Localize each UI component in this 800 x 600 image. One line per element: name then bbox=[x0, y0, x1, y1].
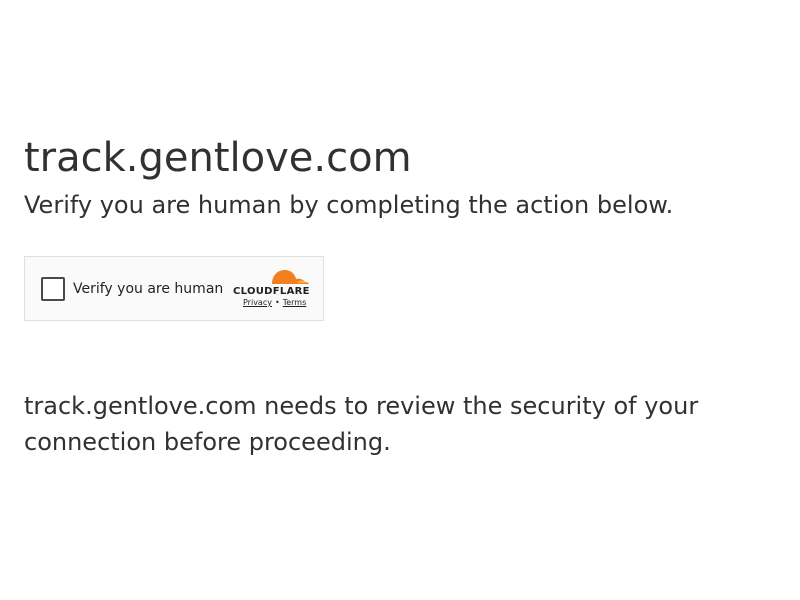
cloudflare-links: Privacy • Terms bbox=[243, 297, 313, 309]
cloudflare-logo-icon: CLOUDFLARE bbox=[233, 270, 310, 297]
security-review-message: track.gentlove.com needs to review the s… bbox=[24, 392, 699, 456]
turnstile-widget: Verify you are human CLOUDFLARE Privacy •… bbox=[24, 256, 324, 321]
cloudflare-wordmark: CLOUDFLARE bbox=[233, 286, 310, 297]
site-title: track.gentlove.com bbox=[24, 135, 412, 181]
verify-checkbox-label[interactable]: Verify you are human bbox=[73, 280, 223, 298]
verification-subtitle: Verify you are human by completing the a… bbox=[24, 191, 674, 219]
verify-checkbox[interactable] bbox=[41, 277, 65, 301]
cloudflare-branding: CLOUDFLARE Privacy • Terms bbox=[233, 267, 311, 312]
privacy-link[interactable]: Privacy bbox=[243, 298, 272, 307]
terms-link[interactable]: Terms bbox=[283, 298, 307, 307]
link-separator: • bbox=[274, 298, 280, 307]
challenge-page: track.gentlove.com Verify you are human … bbox=[0, 0, 800, 600]
